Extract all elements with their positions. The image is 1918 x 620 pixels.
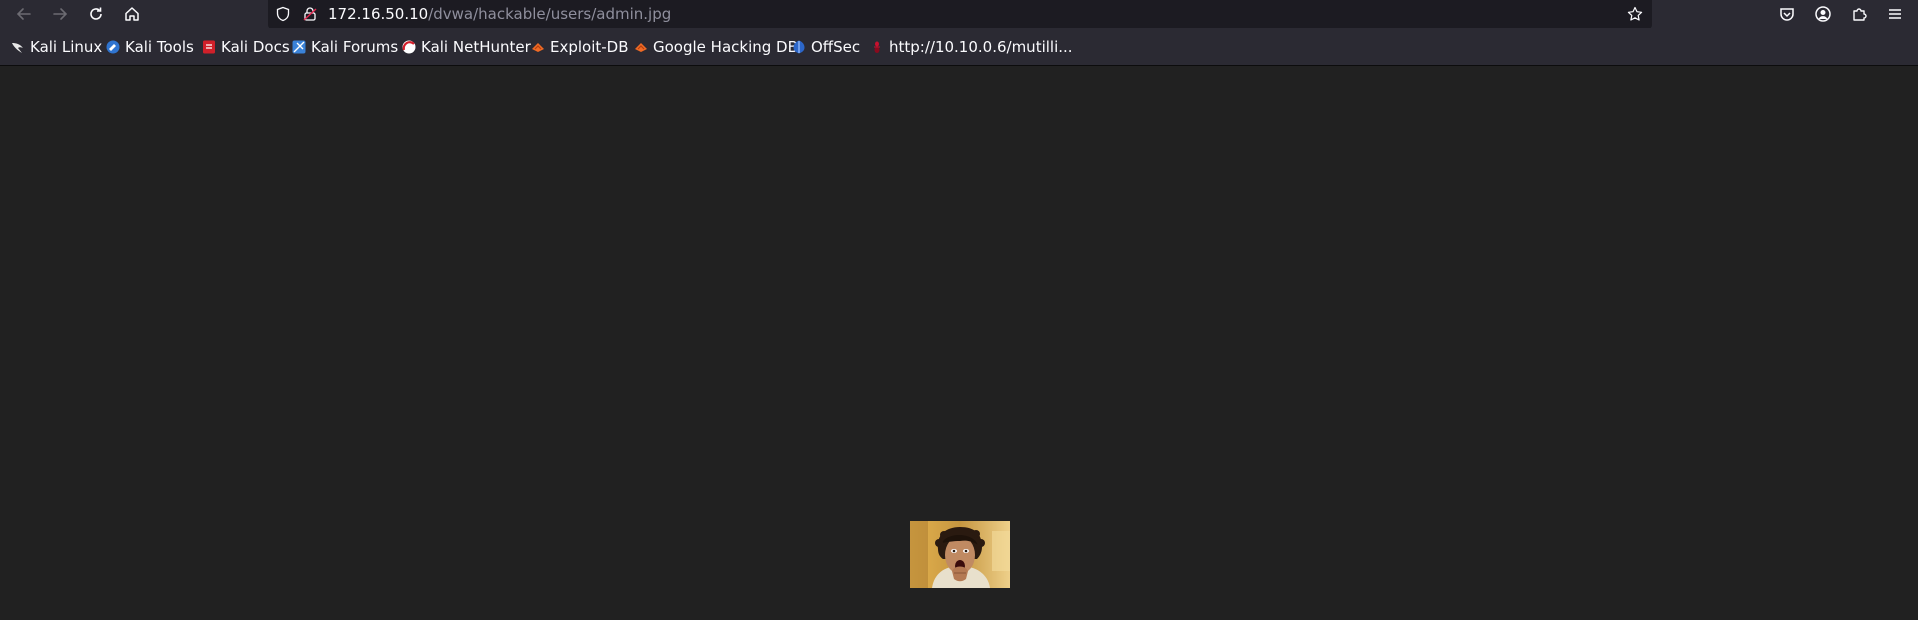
- bookmark-label: http://10.10.0.6/mutilli...: [889, 38, 1073, 56]
- bookmark-kali-linux[interactable]: Kali Linux: [11, 36, 102, 58]
- bookmark-label: Kali Docs: [221, 38, 290, 56]
- url-path: /dvwa/hackable/users/admin.jpg: [428, 5, 672, 23]
- bookmark-kali-nethunter[interactable]: Kali NetHunter: [402, 36, 531, 58]
- extensions-button[interactable]: [1842, 0, 1876, 28]
- url-host: 172.16.50.10: [328, 5, 429, 23]
- bookmark-label: Kali Forums: [311, 38, 399, 56]
- menu-button[interactable]: [1878, 0, 1912, 28]
- exploit-db-icon: [634, 40, 648, 54]
- url-text[interactable]: 172.16.50.10/dvwa/hackable/users/admin.j…: [328, 6, 671, 23]
- star-icon[interactable]: [1626, 5, 1644, 23]
- bookmark-label: Kali NetHunter: [421, 38, 531, 56]
- home-button[interactable]: [114, 0, 150, 28]
- back-icon: [16, 8, 31, 20]
- forward-button[interactable]: [42, 0, 78, 28]
- extensions-icon: [1853, 8, 1867, 21]
- page-content: [0, 66, 1918, 620]
- bookmark-label: Kali Tools: [125, 38, 194, 56]
- reload-button[interactable]: [78, 0, 114, 28]
- offsec-icon: [792, 40, 806, 54]
- bookmark-label: Google Hacking DB: [653, 38, 798, 56]
- url-bar[interactable]: 172.16.50.10/dvwa/hackable/users/admin.j…: [268, 0, 1652, 29]
- bookmarks-toolbar: Kali Linux Kali Tools Kali Docs Kali For…: [0, 28, 1918, 66]
- mutillidae-icon: [870, 40, 884, 54]
- account-button[interactable]: [1806, 0, 1840, 28]
- bookmark-exploit-db[interactable]: Exploit-DB: [531, 36, 629, 58]
- kali-tools-icon: [106, 40, 120, 54]
- bookmark-mutillidae[interactable]: http://10.10.0.6/mutilli...: [870, 36, 1073, 58]
- kali-dragon-icon: [11, 40, 25, 54]
- pocket-icon: [1780, 8, 1794, 21]
- lock-icon[interactable]: [301, 5, 319, 23]
- home-icon: [125, 7, 139, 21]
- pocket-button[interactable]: [1770, 0, 1804, 28]
- bookmark-offsec[interactable]: OffSec: [792, 36, 860, 58]
- bookmark-kali-forums[interactable]: Kali Forums: [292, 36, 398, 58]
- menu-icon: [1889, 9, 1901, 19]
- account-icon: [1815, 6, 1831, 22]
- shield-icon[interactable]: [274, 5, 292, 23]
- reload-icon: [90, 7, 102, 20]
- browser-toolbar: 172.16.50.10/dvwa/hackable/users/admin.j…: [0, 0, 1918, 29]
- kali-nethunter-icon: [402, 40, 416, 54]
- bookmark-kali-tools[interactable]: Kali Tools: [106, 36, 194, 58]
- kali-docs-icon: [202, 40, 216, 54]
- back-button[interactable]: [6, 0, 42, 28]
- bookmark-label: OffSec: [811, 38, 861, 56]
- bookmark-google-hacking-db[interactable]: Google Hacking DB: [634, 36, 798, 58]
- bookmark-kali-docs[interactable]: Kali Docs: [202, 36, 290, 58]
- exploit-db-icon: [531, 40, 545, 54]
- admin-user-photo[interactable]: [910, 521, 1010, 588]
- forward-icon: [53, 8, 68, 20]
- kali-forums-icon: [292, 40, 306, 54]
- bookmark-label: Kali Linux: [30, 38, 103, 56]
- bookmark-label: Exploit-DB: [550, 38, 629, 56]
